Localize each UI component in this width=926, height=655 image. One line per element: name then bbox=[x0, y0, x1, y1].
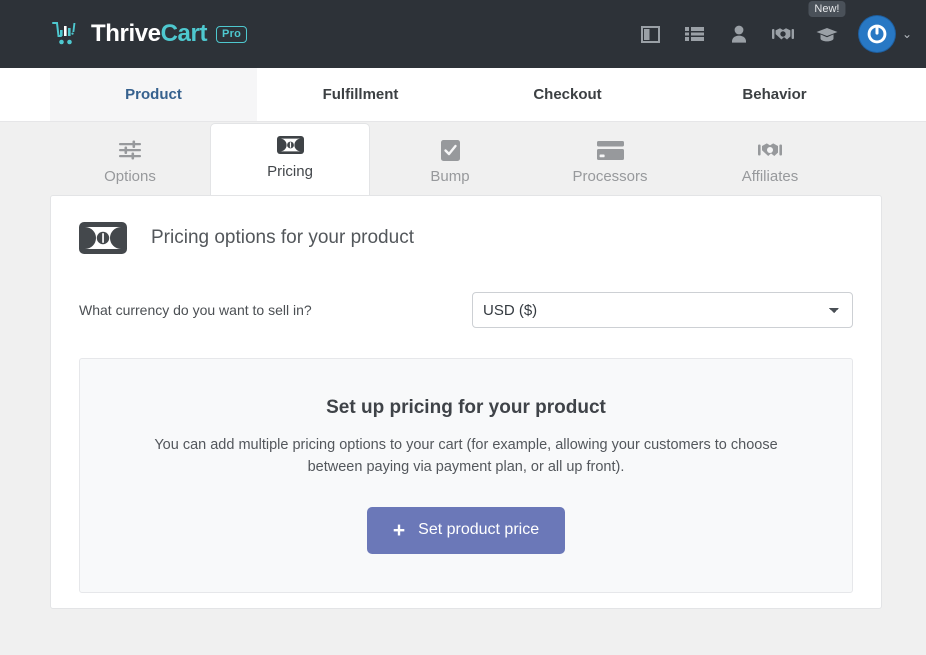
panel-header: Pricing options for your product bbox=[79, 222, 853, 254]
cart-bars-logo-icon bbox=[52, 20, 82, 48]
pricing-setup-box: Set up pricing for your product You can … bbox=[79, 358, 853, 593]
graduation-cap-icon[interactable]: New! bbox=[815, 22, 839, 46]
sub-tab-pricing-label: Pricing bbox=[267, 163, 313, 180]
pro-badge: Pro bbox=[216, 26, 247, 43]
currency-label: What currency do you want to sell in? bbox=[79, 302, 312, 318]
pricing-panel: Pricing options for your product What cu… bbox=[50, 195, 882, 609]
currency-select[interactable]: USD ($) bbox=[472, 292, 853, 328]
tab-checkout[interactable]: Checkout bbox=[464, 68, 671, 121]
banknote-large-icon bbox=[79, 222, 127, 254]
tab-fulfillment[interactable]: Fulfillment bbox=[257, 68, 464, 121]
main-nav-tabs: Product Fulfillment Checkout Behavior bbox=[0, 68, 926, 122]
plus-icon: + bbox=[393, 520, 405, 541]
top-bar: ThriveCart Pro New! ⌄ bbox=[0, 0, 926, 68]
sub-tab-options[interactable]: Options bbox=[50, 129, 210, 195]
handshake-icon[interactable] bbox=[771, 22, 795, 46]
nav-left-spacer bbox=[0, 68, 50, 121]
new-badge: New! bbox=[808, 1, 845, 17]
sub-tab-bump-label: Bump bbox=[430, 168, 469, 185]
logo-wordmark: ThriveCart bbox=[91, 20, 207, 48]
layout-columns-icon[interactable] bbox=[639, 22, 663, 46]
sub-tab-processors[interactable]: Processors bbox=[530, 129, 690, 195]
sliders-icon bbox=[119, 139, 141, 161]
credit-card-icon bbox=[597, 139, 624, 161]
checkbox-checked-icon bbox=[441, 139, 460, 161]
sub-nav-tabs: Options Pricing Bump Processors Affiliat… bbox=[0, 122, 926, 195]
promo-title: Set up pricing for your product bbox=[326, 397, 606, 419]
person-icon[interactable] bbox=[727, 22, 751, 46]
tab-product[interactable]: Product bbox=[50, 68, 257, 121]
logo-text-thrive: Thrive bbox=[91, 20, 161, 47]
sub-tab-options-label: Options bbox=[104, 168, 156, 185]
thrivecart-logo[interactable]: ThriveCart Pro bbox=[52, 20, 247, 48]
chevron-down-icon[interactable]: ⌄ bbox=[902, 28, 912, 40]
sub-tab-pricing[interactable]: Pricing bbox=[210, 123, 370, 195]
top-bar-icons: New! ⌄ bbox=[639, 16, 912, 52]
logo-text-cart: Cart bbox=[161, 20, 207, 47]
tab-behavior[interactable]: Behavior bbox=[671, 68, 878, 121]
list-icon[interactable] bbox=[683, 22, 707, 46]
sub-tab-affiliates-label: Affiliates bbox=[742, 168, 798, 185]
set-product-price-button[interactable]: + Set product price bbox=[367, 507, 565, 554]
handshake-icon bbox=[758, 139, 782, 161]
sub-tab-bump[interactable]: Bump bbox=[370, 129, 530, 195]
currency-row: What currency do you want to sell in? US… bbox=[79, 292, 853, 328]
page-title: Pricing options for your product bbox=[151, 227, 414, 249]
gravatar-power-icon bbox=[859, 16, 895, 52]
user-avatar[interactable]: ⌄ bbox=[859, 16, 912, 52]
banknote-icon bbox=[277, 134, 304, 156]
set-product-price-label: Set product price bbox=[418, 521, 539, 539]
sub-tab-processors-label: Processors bbox=[572, 168, 647, 185]
sub-tab-affiliates[interactable]: Affiliates bbox=[690, 129, 850, 195]
promo-description: You can add multiple pricing options to … bbox=[136, 435, 796, 479]
